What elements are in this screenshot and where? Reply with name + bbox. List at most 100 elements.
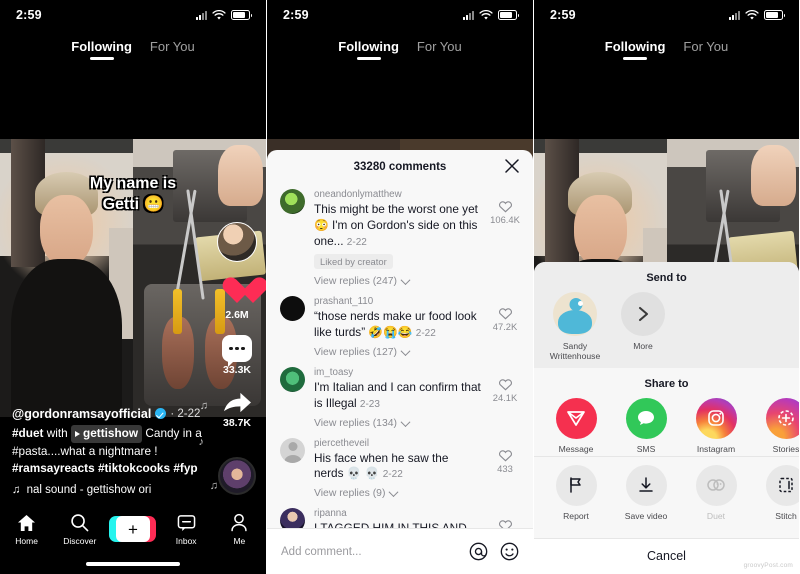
caption-rest-2: #pasta....what a nightmare !	[12, 443, 158, 458]
caption-hashtag-ramsayreacts[interactable]: #ramsayreacts	[12, 461, 95, 475]
comment-text-value: I TAGGED HIM IN THIS AND HE MADE A VIDEO…	[314, 521, 467, 528]
share-instagram[interactable]: Instagram	[688, 397, 744, 454]
like-button[interactable]: 2.6M	[222, 278, 253, 321]
liked-by-creator-badge: Liked by creator	[314, 254, 393, 270]
action-duet-label: Duet	[706, 510, 726, 521]
share-arrow-icon	[223, 392, 251, 413]
status-time: 2:59	[283, 8, 309, 22]
caption-hashtag-fyp[interactable]: #fyp	[173, 461, 197, 475]
tab-inbox[interactable]: Inbox	[162, 512, 210, 546]
list-item[interactable]: oneandonlymatthew This might be the wors…	[280, 183, 520, 290]
comment-like-button[interactable]: 433	[490, 438, 520, 500]
tab-following[interactable]: Following	[605, 39, 666, 60]
view-replies[interactable]: View replies (127)	[314, 346, 481, 358]
avatar[interactable]	[280, 366, 305, 392]
comment-like-button[interactable]: 24.1K	[490, 367, 520, 429]
send-to-row[interactable]: Sandy Writtenhouse More	[534, 292, 799, 362]
home-indicator	[86, 562, 180, 566]
comment-username[interactable]: ripanna	[314, 508, 481, 519]
avatar[interactable]	[280, 296, 305, 322]
avatar[interactable]	[217, 222, 257, 262]
cellular-signal-icon	[463, 10, 474, 20]
comment-username[interactable]: prashant_110	[314, 296, 481, 307]
tab-home[interactable]: Home	[3, 512, 51, 546]
action-stitch-label: Stitch	[775, 510, 797, 521]
heart-icon	[222, 278, 253, 307]
video-author[interactable]: @gordonramsayofficial · 2-22	[12, 407, 212, 421]
comments-header: 33280 comments	[267, 150, 533, 183]
avatar[interactable]	[280, 508, 305, 528]
share-sms[interactable]: SMS	[618, 397, 674, 454]
caption-hashtag-tiktokcooks[interactable]: #tiktokcooks	[98, 461, 170, 475]
action-stitch[interactable]: Stitch	[758, 464, 799, 532]
share-count: 38.7K	[222, 417, 252, 429]
send-to-title: Send to	[646, 272, 687, 284]
emoji-icon[interactable]	[500, 542, 519, 561]
tab-for-you[interactable]: For You	[150, 39, 195, 60]
sound-disc-icon[interactable]	[218, 457, 256, 495]
comment-text: His face when he saw the nerds 💀 💀 2-22	[314, 451, 481, 483]
avatar[interactable]	[280, 189, 305, 214]
comment-text: “those nerds make ur food look like turd…	[314, 309, 481, 341]
status-icons	[463, 9, 519, 21]
stitch-icon	[765, 464, 799, 506]
tab-me[interactable]: Me	[215, 512, 263, 546]
at-icon[interactable]	[469, 542, 488, 561]
scene-face	[573, 194, 627, 267]
feed-tabs: Following For You	[267, 34, 533, 64]
author-handle: @gordonramsayofficial	[12, 406, 152, 421]
comment-username[interactable]: piercetheveil	[314, 438, 481, 449]
view-replies-label: View replies (247)	[314, 276, 397, 288]
tab-create[interactable]: +	[109, 516, 157, 542]
list-item[interactable]: piercetheveil His face when he saw the n…	[280, 432, 520, 503]
send-to-contact[interactable]: Sandy Writtenhouse	[548, 292, 602, 362]
tab-following[interactable]: Following	[338, 39, 399, 60]
video-sound[interactable]: ♫ nal sound - gettishow ori	[12, 484, 212, 496]
flag-icon	[555, 464, 597, 506]
share-to-row[interactable]: Message SMS Instagram Stories	[534, 397, 799, 454]
view-replies[interactable]: View replies (9)	[314, 487, 481, 499]
send-to-more[interactable]: More	[616, 292, 670, 362]
share-button[interactable]: 38.7K	[223, 390, 252, 429]
avatar[interactable]	[280, 437, 305, 463]
tab-discover[interactable]: Discover	[56, 512, 104, 546]
action-duet[interactable]: Duet	[688, 464, 744, 532]
contact-avatar	[553, 292, 597, 336]
close-icon[interactable]	[505, 159, 519, 173]
view-replies[interactable]: View replies (247)	[314, 275, 481, 288]
view-replies[interactable]: View replies (134)	[314, 416, 481, 429]
list-item[interactable]: ripanna I TAGGED HIM IN THIS AND HE MADE…	[280, 502, 520, 528]
caption-hashtag-duet[interactable]: #duet	[12, 426, 43, 440]
caption-mention-chip[interactable]: gettishow	[71, 424, 143, 443]
tab-for-you[interactable]: For You	[417, 39, 462, 60]
heart-icon	[498, 308, 512, 320]
comment-date: 2-22	[346, 236, 367, 248]
chevron-right-icon	[621, 292, 665, 336]
actions-row[interactable]: Report Save video Duet Stitch	[534, 464, 799, 532]
comment-like-button[interactable]: 47.2K	[490, 296, 520, 358]
stories-icon	[765, 397, 799, 439]
comment-username[interactable]: im_toasy	[314, 367, 481, 378]
comment-body: piercetheveil His face when he saw the n…	[314, 438, 481, 500]
comments-title: 33280 comments	[353, 160, 447, 173]
list-item[interactable]: im_toasy I'm Italian and I can confirm t…	[280, 361, 520, 432]
caption-with: with	[46, 425, 68, 440]
action-rail: 2.6M 33.3K 38.7K	[217, 222, 257, 495]
tab-inbox-label: Inbox	[175, 536, 197, 546]
comment-text: I'm Italian and I can confirm that is Il…	[314, 380, 481, 412]
list-item[interactable]: prashant_110 “those nerds make ur food l…	[280, 290, 520, 361]
avatar-shape	[558, 310, 592, 334]
comment-username[interactable]: oneandonlymatthew	[314, 189, 481, 200]
share-stories[interactable]: Stories	[758, 397, 799, 454]
chevron-down-icon	[400, 416, 411, 427]
action-save-video[interactable]: Save video	[618, 464, 674, 532]
comment-like-button[interactable]: 106.4K	[490, 189, 520, 287]
comment-input[interactable]: Add comment...	[281, 546, 457, 558]
comment-body: im_toasy I'm Italian and I can confirm t…	[314, 367, 481, 429]
action-report[interactable]: Report	[548, 464, 604, 532]
share-message[interactable]: Message	[548, 397, 604, 454]
tab-following[interactable]: Following	[71, 39, 132, 60]
comment-like-button[interactable]: 1477	[490, 508, 520, 528]
tab-for-you[interactable]: For You	[683, 39, 728, 60]
comment-button[interactable]: 33.3K	[222, 335, 252, 376]
